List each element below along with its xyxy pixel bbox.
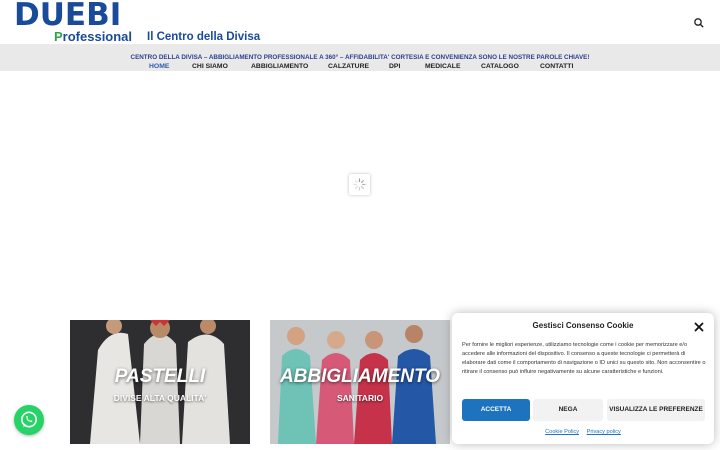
nav-band: CENTRO DELLA DIVISA – ABBIGLIAMENTO PROF… [0, 44, 720, 71]
logo-subtitle-rest: rofessional [62, 29, 133, 44]
menu-item-medicale[interactable]: MEDICALE [425, 63, 461, 71]
category-card-abbigliamento-sanitario[interactable]: ABBIGLIAMENTO SANITARIO [270, 320, 450, 444]
loading-spinner [349, 174, 370, 195]
menu-item-abbigliamento[interactable]: ABBIGLIAMENTO [251, 63, 308, 71]
logo-wordmark: DUEBI [14, 0, 122, 33]
site-logo[interactable]: DUEBI Professional [14, 0, 136, 44]
whatsapp-icon [21, 411, 37, 428]
whatsapp-button[interactable] [14, 405, 44, 435]
category-card-pastelli[interactable]: PASTELLI DIVISE ALTA QUALITA' [70, 320, 250, 444]
cookie-dialog-title: Gestisci Consenso Cookie [532, 321, 634, 330]
cookie-consent-dialog: Gestisci Consenso Cookie Per fornire le … [452, 313, 714, 444]
site-tagline: Il Centro della Divisa [147, 31, 261, 43]
cookie-policy-link[interactable]: Cookie Policy [545, 429, 579, 435]
deny-button[interactable]: NEGA [533, 399, 603, 421]
view-preferences-button[interactable]: VISUALIZZA LE PREFERENZE [607, 399, 705, 421]
card-subtitle: SANITARIO [336, 393, 384, 403]
menu-item-chi-siamo[interactable]: CHI SIAMO [192, 63, 228, 71]
menu-item-dpi[interactable]: DPI [389, 63, 400, 71]
menu-item-home[interactable]: HOME [149, 63, 169, 71]
accept-button[interactable]: ACCETTA [462, 399, 530, 421]
main-menu: HOME CHI SIAMO ABBIGLIAMENTO CALZATURE D… [0, 63, 720, 71]
spinner-icon [353, 178, 366, 191]
logo-subtitle: Professional [54, 30, 132, 44]
menu-item-catalogo[interactable]: CATALOGO [481, 63, 519, 71]
logo-subtitle-initial: P [54, 29, 63, 44]
privacy-policy-link[interactable]: Privacy policy [587, 429, 621, 435]
card-subtitle: DIVISE ALTA QUALITA' [113, 393, 207, 403]
menu-item-contatti[interactable]: CONTATTI [540, 63, 573, 71]
cookie-dialog-text: Per fornire le migliori esperienze, util… [462, 342, 706, 375]
search-icon[interactable] [692, 16, 706, 30]
header-slogan: CENTRO DELLA DIVISA – ABBIGLIAMENTO PROF… [130, 54, 590, 61]
cookie-links: Cookie Policy Privacy policy [452, 428, 714, 436]
close-icon[interactable] [693, 320, 705, 332]
site-header: DUEBI Professional Il Centro della Divis… [0, 0, 720, 44]
card-title: PASTELLI [114, 366, 206, 387]
menu-item-calzature[interactable]: CALZATURE [328, 63, 369, 71]
card-title: ABBIGLIAMENTO [279, 366, 441, 387]
